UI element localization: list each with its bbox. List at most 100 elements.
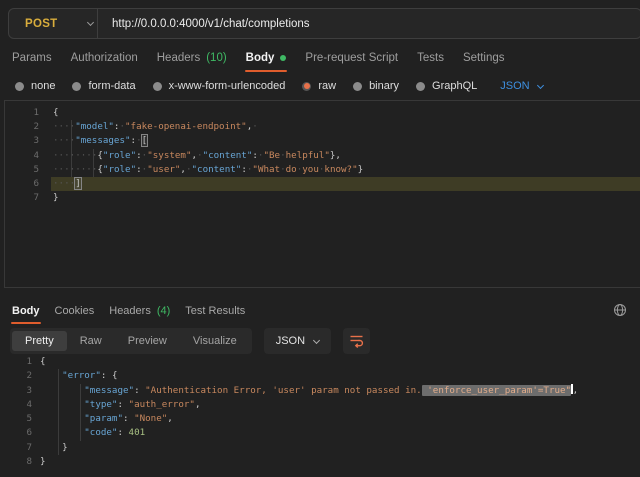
code-line[interactable]: 3····"messages":·[ xyxy=(5,134,640,148)
response-tab-test-results[interactable]: Test Results xyxy=(185,305,245,317)
body-type-raw[interactable]: raw xyxy=(302,80,336,92)
line-number: 1 xyxy=(0,355,36,369)
code-token: { xyxy=(53,107,59,118)
line-content: { xyxy=(36,355,640,369)
code-token: ,· xyxy=(247,121,258,132)
line-number: 6 xyxy=(5,177,51,191)
whitespace-dot: · xyxy=(252,121,258,132)
code-token: "Be·helpful" xyxy=(263,150,329,161)
code-line[interactable]: 4········{"role":·"system",·"content":·"… xyxy=(5,149,640,163)
code-token: "role" xyxy=(103,164,136,175)
code-token: : xyxy=(117,427,128,438)
request-body-editor[interactable]: 1{2····"model":·"fake-openai-endpoint",·… xyxy=(4,100,640,288)
method-dropdown[interactable]: POST xyxy=(9,18,97,30)
code-token: } xyxy=(358,164,364,175)
view-tab-pretty[interactable]: Pretty xyxy=(12,331,67,351)
request-url-bar: POST http://0.0.0.0:4000/v1/chat/complet… xyxy=(8,8,640,39)
request-tab-params[interactable]: Params xyxy=(12,52,52,64)
raw-format-dropdown[interactable]: JSON xyxy=(500,80,542,92)
line-number: 8 xyxy=(0,455,36,469)
line-number: 2 xyxy=(5,120,51,134)
line-content: } xyxy=(36,455,640,469)
view-tab-visualize[interactable]: Visualize xyxy=(180,331,250,351)
line-content: ········{"role":·"system",·"content":·"B… xyxy=(51,149,640,163)
code-line[interactable]: 8} xyxy=(0,455,640,469)
code-token: "error" xyxy=(62,370,101,381)
tab-label: Body xyxy=(12,305,40,317)
url-input[interactable]: http://0.0.0.0:4000/v1/chat/completions xyxy=(112,18,310,30)
line-number: 1 xyxy=(5,106,51,120)
code-token: , xyxy=(573,385,579,396)
response-tab-body[interactable]: Body xyxy=(12,305,40,317)
code-token: }, xyxy=(330,150,341,161)
radio-icon xyxy=(15,82,24,91)
code-token: : xyxy=(123,413,134,424)
code-token: ···· xyxy=(53,121,75,132)
code-line[interactable]: 6 "code": 401 xyxy=(0,426,640,440)
response-section-tabs: Body Cookies Headers(4) Test Results xyxy=(12,303,245,318)
line-number: 5 xyxy=(5,163,51,177)
body-type-x-www-form-urlencoded[interactable]: x-www-form-urlencoded xyxy=(153,80,286,92)
code-token: "message" xyxy=(84,385,134,396)
request-tab-settings[interactable]: Settings xyxy=(463,52,505,64)
code-token: "system" xyxy=(147,150,191,161)
response-tab-headers[interactable]: Headers(4) xyxy=(109,305,170,317)
tab-label: Headers xyxy=(109,305,151,317)
response-body-editor[interactable]: 1{2 "error": {3 "message": "Authenticati… xyxy=(0,352,640,477)
radio-icon xyxy=(72,82,81,91)
radio-icon xyxy=(416,82,425,91)
response-tab-cookies[interactable]: Cookies xyxy=(55,305,95,317)
request-tab-authorization[interactable]: Authorization xyxy=(71,52,138,64)
request-tab-pre-request-script[interactable]: Pre-request Script xyxy=(305,52,398,64)
request-tab-body[interactable]: Body xyxy=(246,52,287,64)
code-token: "None" xyxy=(134,413,167,424)
line-content: "message": "Authentication Error, 'user'… xyxy=(36,384,640,398)
code-token: } xyxy=(40,456,46,467)
request-tab-tests[interactable]: Tests xyxy=(417,52,444,64)
line-number: 3 xyxy=(0,384,36,398)
body-type-none[interactable]: none xyxy=(15,80,55,92)
code-token: { xyxy=(40,356,46,367)
code-line[interactable]: 6····] xyxy=(5,177,640,191)
radio-label: raw xyxy=(318,80,336,92)
line-number: 7 xyxy=(0,441,36,455)
code-line[interactable]: 7} xyxy=(5,191,640,205)
code-line[interactable]: 2····"model":·"fake-openai-endpoint",· xyxy=(5,120,640,134)
globe-icon[interactable] xyxy=(613,303,627,317)
body-type-binary[interactable]: binary xyxy=(353,80,399,92)
line-wrap-button[interactable] xyxy=(343,328,370,354)
radio-icon xyxy=(153,82,162,91)
tab-label: Params xyxy=(12,52,52,64)
request-tabs: Params Authorization Headers(10) Body Pre-re… xyxy=(12,49,505,67)
code-line[interactable]: 5 "param": "None", xyxy=(0,412,640,426)
code-line[interactable]: 1{ xyxy=(0,355,640,369)
code-token: "content" xyxy=(203,150,253,161)
body-type-selector: none form-data x-www-form-urlencoded raw bin… xyxy=(15,77,543,95)
code-line[interactable]: 1{ xyxy=(5,106,640,120)
code-line[interactable]: 3 "message": "Authentication Error, 'use… xyxy=(0,384,640,398)
view-tab-preview[interactable]: Preview xyxy=(115,331,180,351)
code-line[interactable]: 2 "error": { xyxy=(0,369,640,383)
response-format-dropdown[interactable]: JSON xyxy=(264,328,331,354)
view-tab-raw[interactable]: Raw xyxy=(67,331,115,351)
code-line[interactable]: 5········{"role":·"user",·"content":·"Wh… xyxy=(5,163,640,177)
body-type-form-data[interactable]: form-data xyxy=(72,80,135,92)
code-token: "param" xyxy=(84,413,123,424)
line-content: ········{"role":·"user",·"content":·"Wha… xyxy=(51,163,640,177)
tab-label: Test Results xyxy=(185,305,245,317)
code-line[interactable]: 7 } xyxy=(0,441,640,455)
line-content: ····"model":·"fake-openai-endpoint",· xyxy=(51,120,640,134)
line-content: "error": { xyxy=(36,369,640,383)
whitespace-dot: · xyxy=(297,164,303,175)
body-type-graphql[interactable]: GraphQL xyxy=(416,80,477,92)
code-token: ········{ xyxy=(53,150,103,161)
code-token: } xyxy=(40,442,68,453)
request-tab-headers[interactable]: Headers(10) xyxy=(157,52,227,64)
response-toolbar: PrettyRawPreviewVisualize JSON xyxy=(10,328,370,354)
line-content: { xyxy=(51,106,640,120)
line-number: 2 xyxy=(0,369,36,383)
code-token: "What·do·you·know?" xyxy=(252,164,357,175)
code-line[interactable]: 4 "type": "auth_error", xyxy=(0,398,640,412)
code-token: "messages" xyxy=(75,135,130,146)
radio-icon xyxy=(353,82,362,91)
